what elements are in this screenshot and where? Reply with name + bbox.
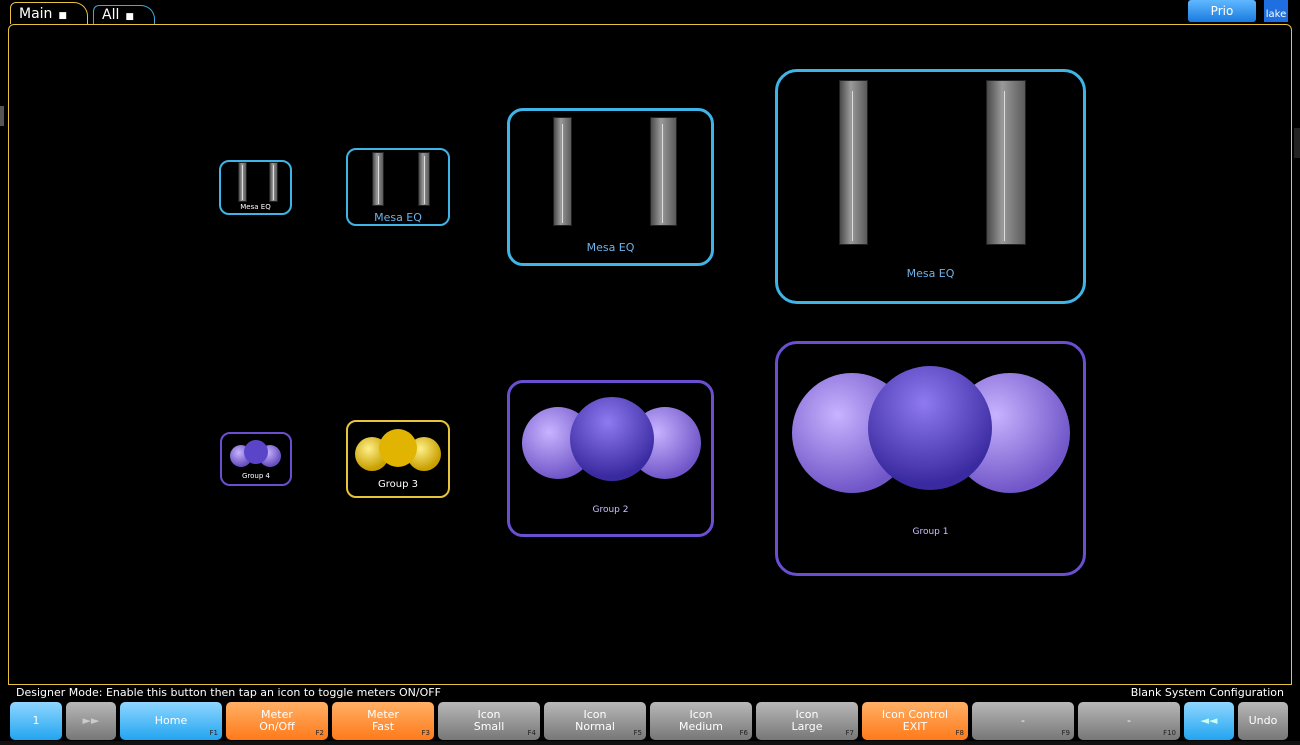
key-label: - xyxy=(1127,714,1131,727)
fkey-label: F6 xyxy=(739,729,748,737)
fkey-label: F7 xyxy=(845,729,854,737)
fkey-label: F10 xyxy=(1163,729,1176,737)
forward-button[interactable]: ►► xyxy=(66,702,116,740)
tab-all[interactable]: All ■ xyxy=(93,5,155,24)
group-blob-icon xyxy=(792,366,1070,493)
left-edge-marker xyxy=(0,106,4,126)
meter-left xyxy=(553,117,572,226)
meter-right xyxy=(418,152,430,206)
tile-label: Mesa EQ xyxy=(374,211,422,224)
key-label: Meter Fast xyxy=(367,708,399,733)
function-key-bar: 1 ►► Home F1 Meter On/Off F2 Meter Fast F3 … xyxy=(8,702,1292,742)
fkey-label: F2 xyxy=(315,729,324,737)
fkey-label: F4 xyxy=(527,729,536,737)
meter-left xyxy=(372,152,384,206)
key-label: Icon Small xyxy=(473,708,505,733)
meter-right xyxy=(986,80,1026,245)
key-label: Meter On/Off xyxy=(259,708,295,733)
tile-label: Group 2 xyxy=(592,505,629,515)
tile-label: Group 3 xyxy=(378,479,418,490)
meter-fast-button[interactable]: Meter Fast F3 xyxy=(332,702,434,740)
meter-right xyxy=(269,162,278,202)
tile-label: Mesa EQ xyxy=(586,241,635,254)
icon-small-button[interactable]: Icon Small F4 xyxy=(438,702,540,740)
meter-left xyxy=(238,162,247,202)
status-message: Designer Mode: Enable this button then t… xyxy=(16,686,441,699)
key-label: ◄◄ xyxy=(1200,714,1218,727)
icon-normal-button[interactable]: Icon Normal F5 xyxy=(544,702,646,740)
tile-label: Mesa EQ xyxy=(240,203,271,211)
key-label: 1 xyxy=(32,714,40,727)
right-edge-marker xyxy=(1294,128,1300,158)
tab-label: All xyxy=(102,7,120,23)
key-label: Home xyxy=(154,714,188,727)
group-4-icon-small[interactable]: Group 4 xyxy=(220,432,292,486)
key-label: Icon Normal xyxy=(575,708,615,733)
group-2-icon-medium[interactable]: Group 2 xyxy=(507,380,714,537)
group-blob-icon xyxy=(230,440,281,467)
meter-right xyxy=(650,117,677,226)
group-blob-icon xyxy=(522,397,701,481)
key-label: Undo xyxy=(1248,714,1278,727)
page-up-button[interactable]: 1 xyxy=(10,702,62,740)
fkey-label: F3 xyxy=(421,729,430,737)
mesa-eq-icon-small[interactable]: Mesa EQ xyxy=(219,160,292,215)
mesa-eq-icon-medium[interactable]: Mesa EQ xyxy=(507,108,714,266)
group-blob-icon xyxy=(355,429,441,471)
tab-main[interactable]: Main ■ xyxy=(10,2,88,24)
key-label: Icon Large xyxy=(791,708,823,733)
f10-button[interactable]: - F10 xyxy=(1078,702,1180,740)
fkey-label: F5 xyxy=(633,729,642,737)
icon-medium-button[interactable]: Icon Medium F6 xyxy=(650,702,752,740)
f9-button[interactable]: - F9 xyxy=(972,702,1074,740)
tab-dot-icon: ■ xyxy=(58,11,67,21)
fkey-label: F9 xyxy=(1061,729,1070,737)
icon-large-button[interactable]: Icon Large F7 xyxy=(756,702,858,740)
key-label: Icon Medium xyxy=(679,708,723,733)
group-1-icon-large[interactable]: Group 1 xyxy=(775,341,1086,576)
key-label: Icon Control EXIT xyxy=(881,708,949,733)
tab-dot-icon: ■ xyxy=(125,12,134,22)
status-bar: Designer Mode: Enable this button then t… xyxy=(8,686,1292,701)
fkey-label: F8 xyxy=(955,729,964,737)
key-label: ►► xyxy=(82,714,100,727)
mesa-eq-icon-normal[interactable]: Mesa EQ xyxy=(346,148,450,226)
icon-control-exit-button[interactable]: Icon Control EXIT F8 xyxy=(862,702,968,740)
undo-button[interactable]: Undo xyxy=(1238,702,1288,740)
home-button[interactable]: Home F1 xyxy=(120,702,222,740)
tile-label: Group 4 xyxy=(242,472,270,480)
mesa-eq-icon-large[interactable]: Mesa EQ xyxy=(775,69,1086,304)
group-3-icon-normal[interactable]: Group 3 xyxy=(346,420,450,498)
tile-label: Mesa EQ xyxy=(906,267,955,280)
prio-button[interactable]: Prio xyxy=(1188,0,1256,22)
fkey-label: F1 xyxy=(209,729,218,737)
bottom-strip xyxy=(0,741,1300,745)
system-config-label: Blank System Configuration xyxy=(1130,686,1284,699)
back-button[interactable]: ◄◄ xyxy=(1184,702,1234,740)
lake-logo: lake xyxy=(1264,0,1288,22)
tile-label: Group 1 xyxy=(912,527,949,537)
meter-left xyxy=(839,80,868,245)
tab-label: Main xyxy=(19,6,53,22)
meter-onoff-button[interactable]: Meter On/Off F2 xyxy=(226,702,328,740)
key-label: - xyxy=(1021,714,1025,727)
